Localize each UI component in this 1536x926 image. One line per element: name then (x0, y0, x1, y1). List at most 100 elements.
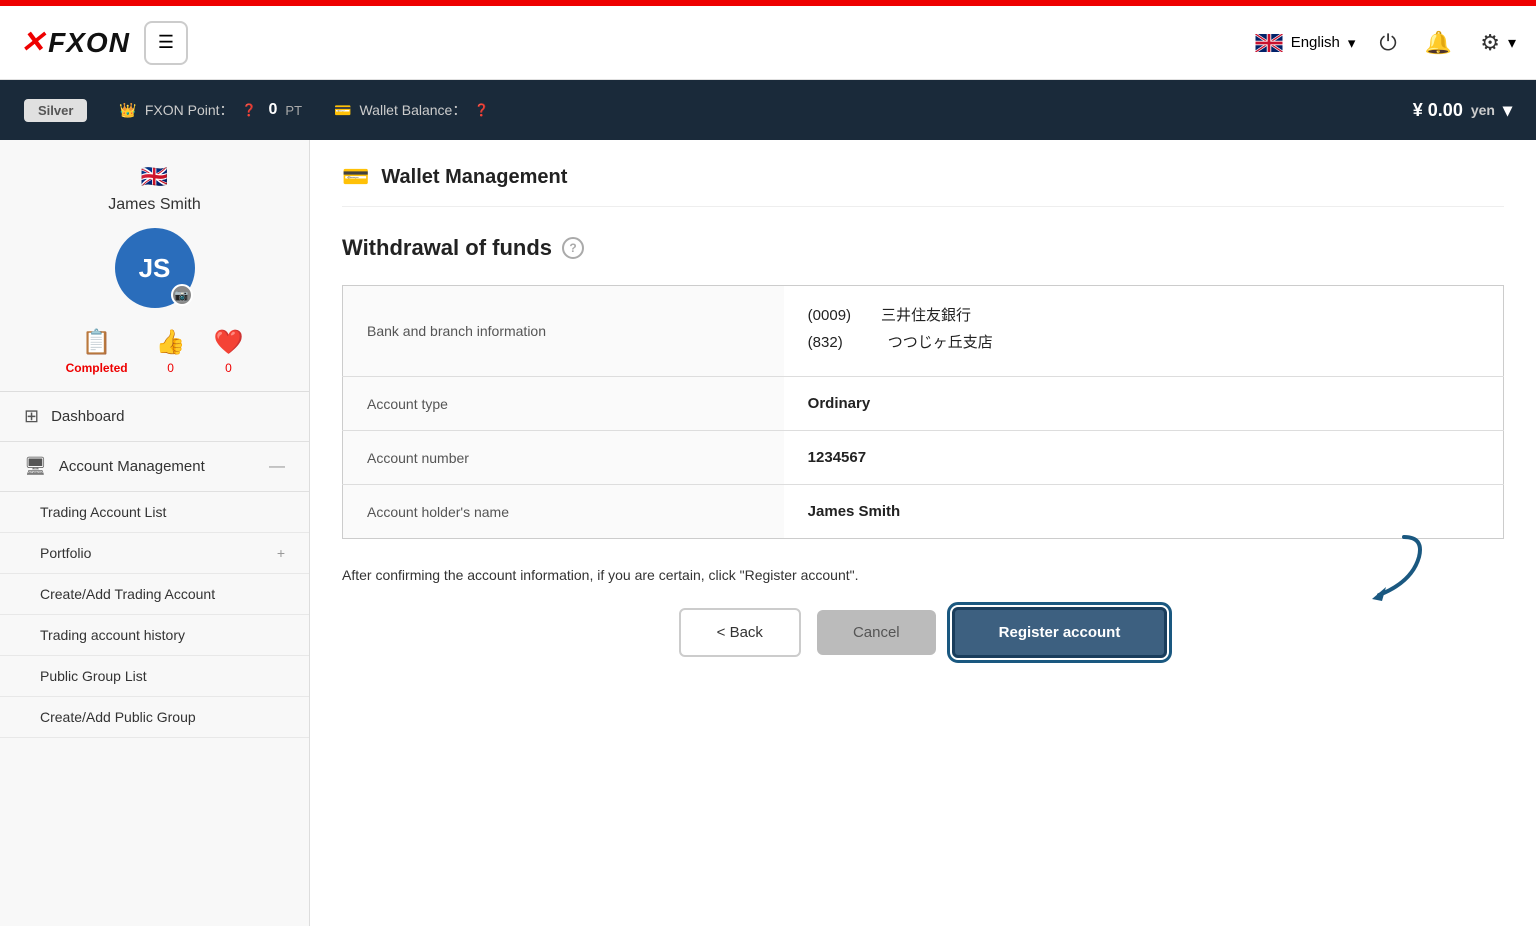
account-holder-label-cell: Account holder's name (343, 485, 784, 539)
hamburger-icon: ☰ (158, 32, 174, 53)
fxon-point-help-icon[interactable]: ❓ (242, 103, 257, 117)
bank-label-cell: Bank and branch information (343, 286, 784, 377)
sidebar-item-account-management[interactable]: 🖥 Account Management — (0, 442, 309, 492)
settings-chevron-icon: ▾ (1508, 33, 1516, 53)
public-group-list-label: Public Group List (40, 668, 147, 684)
bank-line-1: (0009) 三井住友銀行 (808, 304, 1479, 325)
fxon-point-label: FXON Point： (145, 100, 234, 120)
table-row-account-number: Account number 1234567 (343, 431, 1504, 485)
user-flag-icon: 🇬🇧 (16, 164, 293, 190)
sidebar-item-trading-account-history[interactable]: Trading account history (0, 615, 309, 656)
portfolio-label: Portfolio (40, 545, 91, 561)
logo-text: FXON (48, 27, 130, 59)
sidebar-item-create-public-group[interactable]: Create/Add Public Group (0, 697, 309, 738)
stat-hearts-value: 0 (225, 361, 232, 375)
page-title: Wallet Management (381, 166, 567, 189)
document-check-icon: 📋 (82, 328, 112, 357)
wallet-balance-item: 💳 Wallet Balance： ❓ (334, 100, 489, 120)
stat-completed-label: Completed (66, 361, 128, 375)
wallet-balance-label: Wallet Balance： (359, 100, 466, 120)
logo: ✕ FXON (20, 25, 130, 60)
account-management-label: Account Management (59, 458, 205, 475)
sidebar-nav: ⊞ Dashboard 🖥 Account Management — Tradi… (0, 392, 309, 738)
sidebar-item-portfolio[interactable]: Portfolio + (0, 533, 309, 574)
register-account-button[interactable]: Register account (952, 607, 1168, 658)
avatar-initials: JS (139, 253, 171, 284)
logo-area: ✕ FXON ☰ (20, 21, 188, 65)
stat-hearts: ❤️ 0 (214, 328, 244, 375)
account-info-table: Bank and branch information (0009) 三井住友銀… (342, 285, 1504, 539)
portfolio-expand-icon: + (277, 545, 285, 561)
table-row-bank: Bank and branch information (0009) 三井住友銀… (343, 286, 1504, 377)
table-row-account-type: Account type Ordinary (343, 377, 1504, 431)
main-content: 💳 Wallet Management Withdrawal of funds … (310, 140, 1536, 926)
account-number-value-cell: 1234567 (784, 431, 1504, 485)
wallet-management-icon: 💳 (342, 164, 369, 190)
wallet-balance-help-icon[interactable]: ❓ (474, 103, 489, 117)
sidebar-stats: 📋 Completed 👍 0 ❤️ 0 (16, 328, 293, 375)
stat-likes: 👍 0 (156, 328, 186, 375)
sidebar: 🇬🇧 James Smith JS 📷 📋 Completed 👍 0 (0, 140, 310, 926)
avatar: JS 📷 (115, 228, 195, 308)
wallet-balance-value: ¥ 0.00 (1413, 100, 1463, 121)
wallet-currency-unit: yen (1471, 102, 1495, 118)
sidebar-user-area: 🇬🇧 James Smith JS 📷 📋 Completed 👍 0 (0, 140, 309, 392)
withdrawal-title: Withdrawal of funds ? (342, 235, 1504, 261)
stat-likes-value: 0 (167, 361, 174, 375)
create-public-group-label: Create/Add Public Group (40, 709, 196, 725)
account-type-label-cell: Account type (343, 377, 784, 431)
dashboard-label: Dashboard (51, 408, 124, 425)
wallet-chevron-icon: ▾ (1503, 100, 1512, 121)
wallet-icon: 💳 (334, 102, 351, 119)
fxon-point-item: 👑 FXON Point： ❓ 0 PT (119, 100, 302, 120)
sidebar-item-trading-account-list[interactable]: Trading Account List (0, 492, 309, 533)
trading-account-list-label: Trading Account List (40, 504, 166, 520)
power-button[interactable]: ⏻ (1375, 26, 1400, 60)
uk-flag-icon (1255, 34, 1283, 52)
monitor-icon: 🖥 (24, 456, 47, 477)
crown-icon: 👑 (119, 102, 136, 119)
bank-value-cell: (0009) 三井住友銀行 (832) つつじヶ丘支店 (784, 286, 1504, 377)
withdrawal-help-icon[interactable]: ? (562, 237, 584, 259)
wallet-balance-value-area: ¥ 0.00 yen ▾ (1413, 100, 1512, 121)
account-holder-value: James Smith (808, 503, 901, 520)
avatar-camera-icon[interactable]: 📷 (171, 284, 193, 306)
gear-icon: ⚙ (1476, 26, 1504, 60)
trading-account-history-label: Trading account history (40, 627, 185, 643)
layout: 🇬🇧 James Smith JS 📷 📋 Completed 👍 0 (0, 140, 1536, 926)
heart-icon: ❤️ (214, 328, 244, 357)
fxon-point-value: 0 (269, 101, 278, 119)
thumbs-up-icon: 👍 (156, 328, 186, 357)
header: ✕ FXON ☰ English ▾ ⏻ 🔔 ⚙ ▾ (0, 6, 1536, 80)
account-number-label-cell: Account number (343, 431, 784, 485)
notification-button[interactable]: 🔔 (1421, 26, 1456, 60)
language-label: English (1291, 34, 1340, 51)
header-right: English ▾ ⏻ 🔔 ⚙ ▾ (1255, 26, 1516, 60)
sidebar-username: James Smith (16, 196, 293, 214)
create-trading-account-label: Create/Add Trading Account (40, 586, 215, 602)
register-arrow-annotation (1294, 527, 1424, 607)
bank-line-2: (832) つつじヶ丘支店 (808, 331, 1479, 352)
dashboard-icon: ⊞ (24, 406, 39, 427)
sidebar-item-public-group-list[interactable]: Public Group List (0, 656, 309, 697)
cancel-button[interactable]: Cancel (817, 610, 936, 655)
back-button[interactable]: < Back (679, 608, 801, 657)
settings-area[interactable]: ⚙ ▾ (1476, 26, 1516, 60)
withdrawal-title-text: Withdrawal of funds (342, 235, 552, 261)
account-number-value: 1234567 (808, 449, 866, 466)
language-chevron-icon: ▾ (1348, 34, 1356, 52)
collapse-icon: — (269, 458, 285, 476)
account-type-value-cell: Ordinary (784, 377, 1504, 431)
fxon-point-unit: PT (285, 103, 302, 118)
page-section-title: 💳 Wallet Management (342, 164, 1504, 207)
nav-bar: Silver 👑 FXON Point： ❓ 0 PT 💳 Wallet Bal… (0, 80, 1536, 140)
language-selector[interactable]: English ▾ (1255, 34, 1356, 52)
sidebar-item-create-trading-account[interactable]: Create/Add Trading Account (0, 574, 309, 615)
action-buttons: < Back Cancel Register account (342, 607, 1504, 658)
logo-x-icon: ✕ (20, 25, 46, 60)
sidebar-item-dashboard[interactable]: ⊞ Dashboard (0, 392, 309, 442)
stat-completed: 📋 Completed (66, 328, 128, 375)
hamburger-button[interactable]: ☰ (144, 21, 188, 65)
account-type-value: Ordinary (808, 395, 871, 412)
silver-badge: Silver (24, 99, 87, 122)
